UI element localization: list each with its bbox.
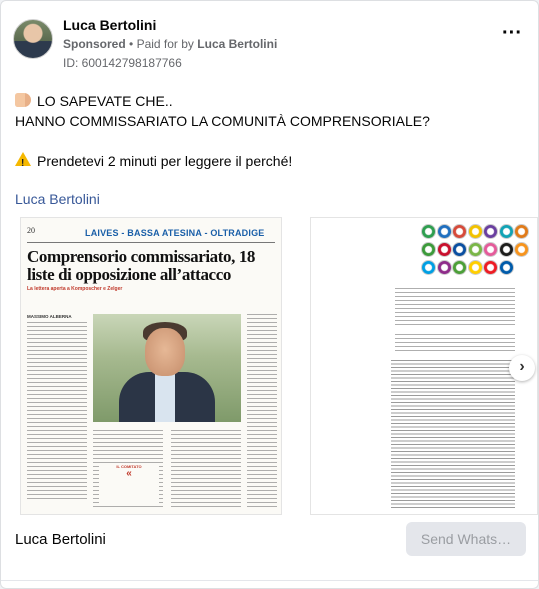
party-logo-icon	[452, 260, 467, 275]
ad-id: ID: 600142798187766	[63, 56, 182, 70]
party-logo-icon	[483, 224, 498, 239]
party-logo-icon	[421, 260, 436, 275]
party-logo-icon	[421, 242, 436, 257]
send-whatsapp-button[interactable]: Send Whats…	[406, 522, 526, 556]
paid-for-prefix: Paid for by	[136, 37, 194, 51]
post-body: LO SAPEVATE CHE.. HANNO COMMISSARIATO LA…	[15, 91, 524, 174]
party-logo-icon	[498, 242, 514, 257]
newspaper-column	[171, 430, 241, 508]
letter-subject-block	[395, 334, 515, 354]
body-line-1-text: LO SAPEVATE CHE..	[37, 93, 173, 109]
carousel-slide-letter[interactable]	[310, 217, 538, 515]
footer-name: Luca Bertolini	[15, 531, 106, 548]
pointing-hand-icon	[15, 93, 31, 107]
body-line-2: HANNO COMMISSARIATO LA COMUNITÀ COMPRENS…	[15, 113, 430, 129]
newspaper-subhead: La lettera aperta a Komposcher e Zelger	[27, 286, 123, 292]
body-line-3-text: Prendetevi 2 minuti per leggere il perch…	[37, 153, 293, 169]
party-logo-icon	[467, 224, 483, 239]
photo-head	[145, 328, 185, 376]
footer-divider	[1, 580, 538, 581]
party-logo-icon	[498, 224, 514, 239]
party-logo-icon	[467, 260, 483, 275]
party-logo-icon	[514, 224, 529, 239]
party-logo-icon	[514, 242, 529, 257]
newspaper-rule	[27, 242, 275, 243]
party-logo-icon	[436, 260, 452, 275]
quote-mark-icon: «	[126, 468, 132, 479]
body-line-3: Prendetevi 2 minuti per leggere il perch…	[15, 151, 524, 174]
avatar[interactable]	[13, 19, 53, 59]
party-logo-icon	[436, 242, 452, 257]
body-line-1: LO SAPEVATE CHE..	[15, 91, 524, 111]
newspaper-pull-quote: IL COMITATO «	[99, 464, 159, 504]
photo-shirt	[155, 374, 175, 422]
party-logo-icon	[436, 224, 452, 239]
newspaper-column	[247, 314, 277, 508]
newspaper-page-number: 20	[27, 226, 35, 235]
chevron-right-icon[interactable]: ›	[509, 355, 535, 381]
newspaper-column	[27, 322, 87, 502]
body-blank-line	[15, 131, 524, 151]
newspaper-byline: MASSIMO ALBERNA	[27, 314, 72, 319]
party-logo-icon	[467, 242, 483, 257]
party-logo-icon	[483, 260, 498, 275]
sponsored-label: Sponsored	[63, 37, 126, 51]
sponsored-line: Sponsored • Paid for by Luca Bertolini	[63, 37, 277, 51]
letter-address-block	[395, 288, 515, 328]
ad-card: Luca Bertolini Sponsored • Paid for by L…	[0, 0, 539, 589]
newspaper-section: LAIVES - BASSA ATESINA - OLTRADIGE	[85, 228, 265, 238]
image-carousel[interactable]: 20 LAIVES - BASSA ATESINA - OLTRADIGE Co…	[1, 215, 538, 515]
party-logo-icon	[483, 242, 498, 257]
separator-dot: •	[129, 37, 134, 51]
newspaper-photo	[93, 314, 241, 422]
post-header: Luca Bertolini Sponsored • Paid for by L…	[13, 13, 526, 73]
more-options-icon[interactable]: ···	[498, 23, 526, 47]
paid-for-name[interactable]: Luca Bertolini	[197, 37, 277, 51]
warning-icon	[15, 152, 31, 174]
party-logos	[421, 224, 529, 280]
newspaper-headline: Comprensorio commissariato, 18 liste di …	[27, 247, 256, 284]
link-name[interactable]: Luca Bertolini	[15, 191, 100, 207]
party-logo-icon	[452, 242, 467, 257]
carousel-slide-newspaper[interactable]: 20 LAIVES - BASSA ATESINA - OLTRADIGE Co…	[20, 217, 282, 515]
letter-body	[391, 360, 515, 510]
party-logo-icon	[498, 260, 514, 275]
party-logo-icon	[452, 224, 467, 239]
page-name[interactable]: Luca Bertolini	[63, 17, 156, 33]
party-logo-icon	[421, 224, 436, 239]
